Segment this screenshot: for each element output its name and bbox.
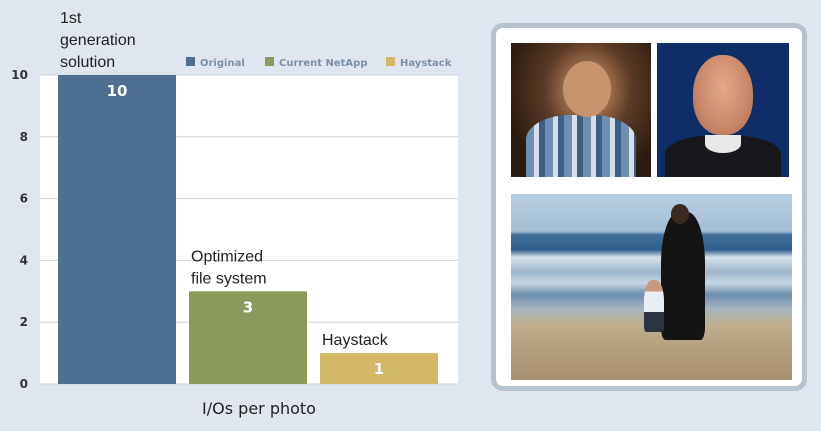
legend-swatch — [386, 57, 395, 66]
legend-label: Original — [200, 58, 245, 69]
bar-annotation: Optimized — [191, 248, 263, 265]
bar-chart: 0 2 4 6 8 10 10 1st generation solution 3 Optimized… — [11, 10, 458, 418]
y-tick-label: 6 — [20, 192, 28, 206]
photo-man-shirt — [511, 43, 651, 177]
photo-head — [563, 61, 611, 117]
y-tick-label: 2 — [20, 315, 28, 329]
legend-label: Current NetApp — [279, 58, 367, 69]
bar-annotation: Haystack — [322, 332, 389, 349]
bar-value-label: 10 — [107, 82, 128, 100]
y-tick-label: 4 — [20, 253, 28, 267]
photo-bald-man — [657, 43, 789, 177]
photo-adult-head — [671, 204, 689, 224]
photo-head — [693, 55, 753, 135]
y-tick-label: 10 — [11, 68, 28, 82]
y-tick-label: 0 — [20, 377, 28, 391]
bar-annotation: file system — [191, 270, 267, 287]
photo-beach — [511, 194, 792, 380]
bar-original — [58, 75, 176, 384]
y-tick-label: 8 — [20, 130, 28, 144]
bar-annotation: 1st — [60, 10, 82, 27]
bar-annotation: generation — [60, 32, 136, 49]
legend-swatch — [186, 57, 195, 66]
legend-label: Haystack — [400, 58, 452, 69]
bar-value-label: 3 — [243, 298, 253, 316]
photo-adult-figure — [661, 212, 705, 340]
bar-value-label: 1 — [374, 360, 384, 378]
photo-child-figure — [644, 280, 664, 332]
x-axis-label: I/Os per photo — [202, 399, 316, 418]
photo-panel — [491, 23, 807, 391]
photo-shirt — [526, 115, 636, 177]
legend-swatch — [265, 57, 274, 66]
bar-annotation: solution — [60, 54, 115, 71]
photo-collar — [705, 135, 741, 153]
